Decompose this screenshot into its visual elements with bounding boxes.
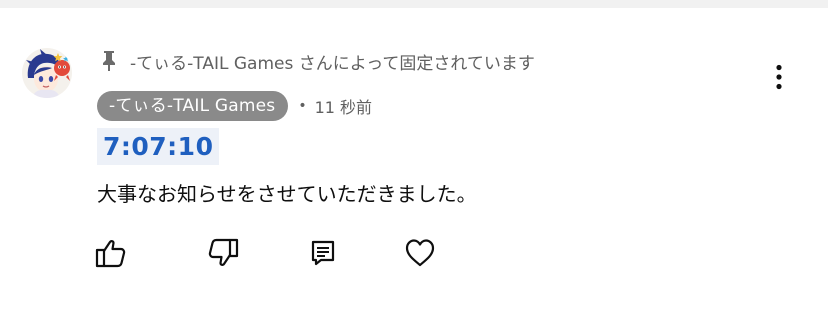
pinned-by-label: -てぃる-TAIL Games さんによって固定されています [100,49,535,74]
comment-body: 大事なお知らせをさせていただきました。 [97,182,477,206]
thumbs-down-icon [208,238,239,266]
avatar-illustration [22,48,72,98]
meta-separator: • [298,98,307,114]
more-vertical-icon [776,64,782,90]
avatar[interactable] [22,48,72,98]
heart-icon [405,239,435,267]
author-name-chip[interactable]: -てぃる-TAIL Games [97,91,289,121]
comment-header: -てぃる-TAIL Games • 11 秒前 [97,91,372,121]
more-actions-button[interactable] [766,60,792,94]
video-timestamp-link[interactable]: 7:07:10 [97,128,220,165]
dislike-button[interactable] [206,236,240,270]
reply-icon [311,240,335,266]
reply-button[interactable] [306,236,340,270]
pinned-text: -てぃる-TAIL Games さんによって固定されています [130,53,535,74]
like-button[interactable] [94,236,128,270]
pinned-comment: -てぃる-TAIL Games さんによって固定されています -てぃる-TAIL… [0,8,828,316]
heart-button[interactable] [403,236,437,270]
thumbs-up-icon [95,240,126,268]
pin-icon [100,50,118,72]
comment-time[interactable]: 11 秒前 [315,94,372,118]
top-divider-band [0,0,828,8]
